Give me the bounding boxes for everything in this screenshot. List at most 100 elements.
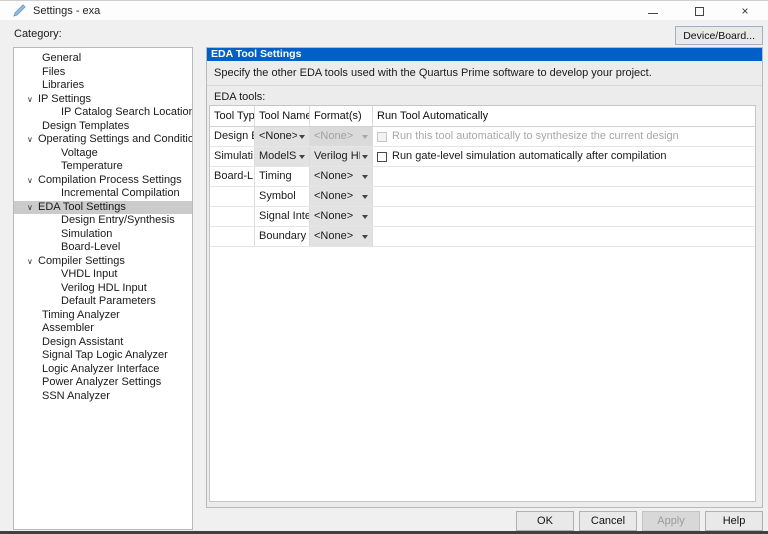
run-tool-cell: [373, 187, 755, 206]
tool-type-cell: Simulati...: [210, 147, 255, 166]
table-row: Signal Inte...<None>: [210, 207, 755, 227]
run-tool-cell: Run this tool automatically to synthesiz…: [373, 127, 755, 146]
run-tool-cell: Run gate-level simulation automatically …: [373, 147, 755, 166]
chevron-down-icon[interactable]: ∨: [27, 255, 33, 269]
device-board-button[interactable]: Device/Board...: [675, 26, 763, 45]
sidebar-item-incremental-compilation[interactable]: Incremental Compilation: [14, 187, 192, 201]
tool-type-cell: Design E...: [210, 127, 255, 146]
sidebar-item-simulation[interactable]: Simulation: [14, 228, 192, 242]
sidebar-item-label: Logic Analyzer Interface: [42, 363, 159, 375]
sidebar-item-operating-settings-and-conditions[interactable]: ∨ Operating Settings and Conditions: [14, 133, 192, 147]
close-icon: ×: [741, 5, 748, 17]
sidebar-item-label: Verilog HDL Input: [61, 282, 147, 294]
sidebar-item-label: Simulation: [61, 228, 112, 240]
sidebar-item-temperature[interactable]: Temperature: [14, 160, 192, 174]
eda-tools-label: EDA tools:: [207, 86, 762, 106]
tool-name-cell[interactable]: <None>: [255, 127, 310, 146]
sidebar-item-label: Design Assistant: [42, 336, 123, 348]
chevron-down-icon: [362, 215, 368, 219]
sidebar-item-ip-settings[interactable]: ∨ IP Settings: [14, 93, 192, 107]
sidebar-item-eda-tool-settings[interactable]: ∨EDA Tool Settings: [14, 201, 192, 215]
format-cell[interactable]: Verilog HDL: [310, 147, 373, 166]
run-tool-cell: [373, 207, 755, 226]
sidebar-item-vhdl-input[interactable]: VHDL Input: [14, 268, 192, 282]
sidebar-item-voltage[interactable]: Voltage: [14, 147, 192, 161]
table-row: Design E...<None><None>Run this tool aut…: [210, 127, 755, 147]
minimize-button[interactable]: [630, 1, 676, 21]
sidebar-item-label: Voltage: [61, 147, 98, 159]
table-header-run-tool-automatically: Run Tool Automatically: [373, 106, 755, 126]
tool-type-cell: Board-L...: [210, 167, 255, 186]
sidebar-item-ssn-analyzer[interactable]: SSN Analyzer: [14, 390, 192, 404]
table-row: Simulati...ModelSim-Verilog HDLRun gate-…: [210, 147, 755, 167]
chevron-down-icon: [362, 195, 368, 199]
sidebar-item-board-level[interactable]: Board-Level: [14, 241, 192, 255]
tool-name-cell: Signal Inte...: [255, 207, 310, 226]
run-tool-cell: [373, 167, 755, 186]
tool-type-cell: [210, 187, 255, 206]
dropdown-value: <None>: [314, 227, 353, 246]
checkbox-label: Run this tool automatically to synthesiz…: [392, 127, 679, 146]
sidebar-item-design-assistant[interactable]: Design Assistant: [14, 336, 192, 350]
chevron-down-icon: [299, 135, 305, 139]
sidebar-item-verilog-hdl-input[interactable]: Verilog HDL Input: [14, 282, 192, 296]
sidebar-item-logic-analyzer-interface[interactable]: Logic Analyzer Interface: [14, 363, 192, 377]
tool-type-cell: [210, 227, 255, 246]
maximize-button[interactable]: [676, 1, 722, 21]
sidebar-item-assembler[interactable]: Assembler: [14, 322, 192, 336]
format-cell[interactable]: <None>: [310, 207, 373, 226]
sidebar-item-label: Board-Level: [61, 241, 120, 253]
sidebar-item-design-entry-synthesis[interactable]: Design Entry/Synthesis: [14, 214, 192, 228]
sidebar-item-label: IP Catalog Search Locations: [61, 106, 193, 118]
sidebar-item-label: Design Templates: [42, 120, 129, 132]
table-header-row: Tool TypeTool NameFormat(s)Run Tool Auto…: [210, 106, 755, 127]
chevron-down-icon[interactable]: ∨: [27, 133, 33, 147]
sidebar-item-general[interactable]: General: [14, 52, 192, 66]
run-tool-cell: [373, 227, 755, 246]
chevron-down-icon[interactable]: ∨: [27, 93, 33, 107]
panel-title: EDA Tool Settings: [207, 48, 762, 61]
sidebar-item-label: Libraries: [42, 79, 84, 91]
window-controls: ×: [630, 1, 768, 21]
chevron-down-icon[interactable]: ∨: [27, 174, 33, 188]
format-cell[interactable]: <None>: [310, 227, 373, 246]
cancel-button[interactable]: Cancel: [579, 511, 637, 531]
sidebar-item-label: Compilation Process Settings: [38, 174, 182, 186]
dropdown-value: <None>: [314, 167, 353, 186]
format-cell[interactable]: <None>: [310, 187, 373, 206]
run-automatically-checkbox: [377, 132, 387, 142]
sidebar-item-label: Power Analyzer Settings: [42, 376, 161, 388]
sidebar-item-compiler-settings[interactable]: ∨Compiler Settings: [14, 255, 192, 269]
sidebar-item-design-templates[interactable]: Design Templates: [14, 120, 192, 134]
sidebar-item-label: Temperature: [61, 160, 123, 172]
help-button[interactable]: Help: [705, 511, 763, 531]
chevron-down-icon: [362, 175, 368, 179]
ok-button[interactable]: OK: [516, 511, 574, 531]
tool-type-cell: [210, 207, 255, 226]
close-button[interactable]: ×: [722, 1, 768, 21]
sidebar-item-default-parameters[interactable]: Default Parameters: [14, 295, 192, 309]
chevron-down-icon[interactable]: ∨: [27, 201, 33, 215]
sidebar-item-ip-catalog-search-locations[interactable]: IP Catalog Search Locations: [14, 106, 192, 120]
sidebar-item-label: Operating Settings and Conditions: [38, 133, 193, 145]
sidebar-item-label: Design Entry/Synthesis: [61, 214, 175, 226]
format-cell[interactable]: <None>: [310, 167, 373, 186]
window-title: Settings - exa: [33, 5, 100, 17]
chevron-down-icon: [299, 155, 305, 159]
titlebar: Settings - exa ×: [0, 0, 768, 20]
sidebar-item-timing-analyzer[interactable]: Timing Analyzer: [14, 309, 192, 323]
dropdown-value: <None>: [259, 127, 297, 146]
sidebar-item-label: IP Settings: [38, 93, 91, 105]
tool-name-cell[interactable]: ModelSim-: [255, 147, 310, 166]
sidebar-item-signal-tap-logic-analyzer[interactable]: Signal Tap Logic Analyzer: [14, 349, 192, 363]
tool-name-cell: Timing: [255, 167, 310, 186]
eda-tools-table: Tool TypeTool NameFormat(s)Run Tool Auto…: [209, 105, 756, 502]
sidebar-item-libraries[interactable]: Libraries: [14, 79, 192, 93]
table-row: Symbol<None>: [210, 187, 755, 207]
sidebar-item-power-analyzer-settings[interactable]: Power Analyzer Settings: [14, 376, 192, 390]
sidebar-item-compilation-process-settings[interactable]: ∨ Compilation Process Settings: [14, 174, 192, 188]
table-header-tool-type: Tool Type: [210, 106, 255, 126]
chevron-down-icon: [362, 235, 368, 239]
run-automatically-checkbox[interactable]: [377, 152, 387, 162]
sidebar-item-files[interactable]: Files: [14, 66, 192, 80]
